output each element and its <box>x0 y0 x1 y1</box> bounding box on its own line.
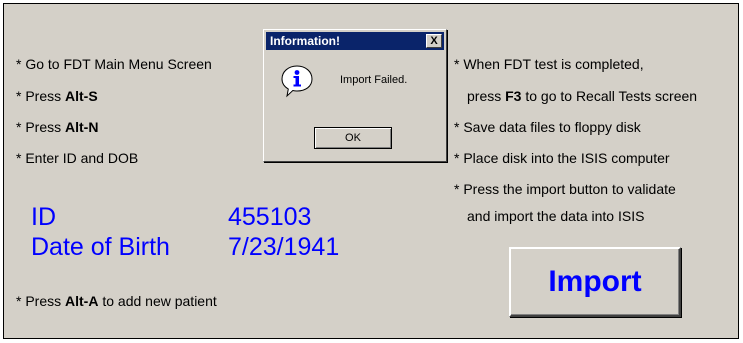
import-button[interactable]: Import <box>509 247 681 317</box>
instruction-text: to add new patient <box>98 293 217 309</box>
close-button[interactable]: X <box>426 34 442 48</box>
instruction-place-disk: * Place disk into the ISIS computer <box>454 150 670 166</box>
instruction-alt-n: * Press Alt-N <box>16 119 98 135</box>
instruction-text: press <box>467 88 506 104</box>
shortcut-key: F3 <box>505 88 522 104</box>
dob-label: Date of Birth <box>31 233 170 261</box>
dob-value: 7/23/1941 <box>228 233 340 261</box>
instruction-text: and import the data into ISIS <box>467 208 645 224</box>
instruction-text: * Place disk into the ISIS computer <box>454 150 670 166</box>
instruction-main-menu: * Go to FDT Main Menu Screen <box>16 56 212 72</box>
dialog-message: Import Failed. <box>340 74 408 86</box>
ok-button[interactable]: OK <box>314 127 392 149</box>
instruction-text: * Save data files to floppy disk <box>454 119 641 135</box>
information-icon <box>281 65 313 98</box>
instruction-alt-s: * Press Alt-S <box>16 88 98 104</box>
information-dialog: Information! X Import Failed. OK <box>263 29 447 162</box>
instruction-text: to go to Recall Tests screen <box>521 88 698 104</box>
instruction-text: * Go to FDT Main Menu Screen <box>16 56 212 72</box>
instruction-enter-id: * Enter ID and DOB <box>16 150 138 166</box>
instruction-text: * Press <box>16 119 66 135</box>
instruction-add-patient: * Press Alt-A to add new patient <box>16 293 217 309</box>
instruction-save-floppy: * Save data files to floppy disk <box>454 119 641 135</box>
instruction-fdt-completed: * When FDT test is completed, <box>454 56 644 72</box>
instruction-text: * Press the import button to validate <box>454 181 676 197</box>
dialog-title: Information! <box>270 34 340 48</box>
instruction-text: * Press <box>16 88 66 104</box>
instruction-import-data: and import the data into ISIS <box>467 208 644 224</box>
id-value: 455103 <box>228 203 312 231</box>
instruction-press-import: * Press the import button to validate <box>454 181 676 197</box>
shortcut-key: Alt-N <box>65 119 99 135</box>
instruction-text: * Enter ID and DOB <box>16 150 139 166</box>
main-panel: * Go to FDT Main Menu Screen * Press Alt… <box>3 3 739 339</box>
dialog-title-bar[interactable]: Information! X <box>266 32 444 50</box>
close-icon: X <box>430 34 438 47</box>
instruction-text: * Press <box>16 293 66 309</box>
id-label: ID <box>31 203 56 231</box>
instruction-press-f3: press F3 to go to Recall Tests screen <box>467 88 697 104</box>
shortcut-key: Alt-S <box>65 88 98 104</box>
instruction-text: * When FDT test is completed, <box>454 56 644 72</box>
shortcut-key: Alt-A <box>65 293 99 309</box>
